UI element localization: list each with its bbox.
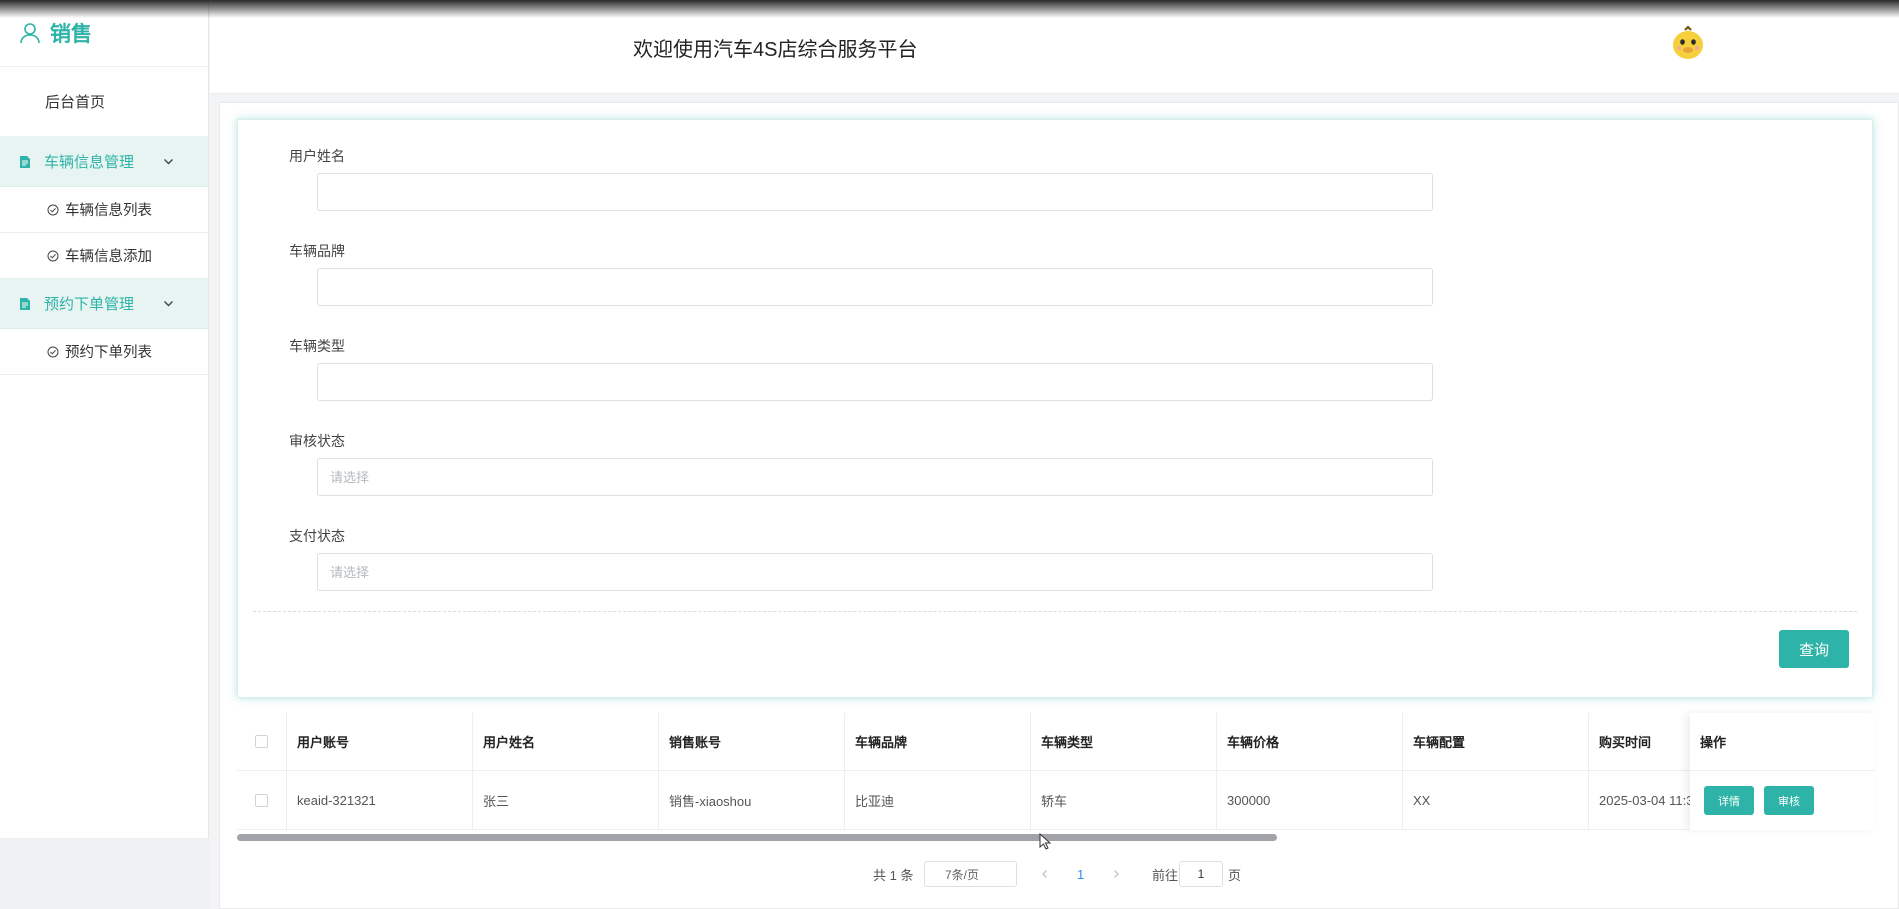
sidebar-item-label: 车辆信息列表: [65, 203, 152, 219]
check-circle-icon: [47, 204, 59, 215]
chevron-down-icon: [164, 301, 173, 307]
column-header[interactable]: 车辆品牌: [845, 713, 1031, 770]
select-all-cell: [237, 713, 287, 770]
select-all-checkbox[interactable]: [255, 735, 268, 748]
user-icon: [20, 23, 40, 44]
row-actions: 详情 审核: [1690, 771, 1875, 830]
chevron-down-icon: [164, 159, 173, 165]
check-circle-icon: [47, 250, 59, 261]
chevron-left-icon[interactable]: [1039, 868, 1051, 880]
row-select-cell: [237, 771, 287, 829]
query-button[interactable]: 查询: [1779, 630, 1849, 668]
goto-prefix: 前往: [1152, 867, 1179, 883]
column-header[interactable]: 车辆类型: [1031, 713, 1217, 770]
table-header: 用户账号 用户姓名 销售账号 车辆品牌 车辆类型 车辆价格 车辆配置 购买时间: [237, 713, 1875, 771]
sidebar-header: 销售: [0, 0, 208, 67]
column-header[interactable]: 车辆价格: [1217, 713, 1403, 770]
page-title: 欢迎使用汽车4S店综合服务平台: [633, 39, 918, 61]
table-cell: 销售-xiaoshou: [659, 771, 845, 829]
fixed-action-column: 操作 详情 审核: [1690, 713, 1875, 830]
sidebar-group-vehicle-info[interactable]: 车辆信息管理: [0, 137, 208, 187]
field-label-review-status: 审核状态: [289, 433, 345, 449]
check-circle-icon: [47, 346, 59, 357]
chevron-right-icon[interactable]: [1110, 868, 1122, 880]
data-table: 用户账号 用户姓名 销售账号 车辆品牌 车辆类型 车辆价格 车辆配置 购买时间 …: [237, 713, 1875, 841]
sidebar-group-booking[interactable]: 预约下单管理: [0, 279, 208, 329]
sidebar: 销售 后台首页 车辆信息管理 车辆信息列表 车辆信息添加 预约下单管理 预约下单…: [0, 0, 209, 838]
review-button[interactable]: 审核: [1764, 786, 1814, 815]
table-cell: 2025-03-04 11:3: [1589, 771, 1699, 829]
table-cell: 300000: [1217, 771, 1403, 829]
sidebar-item-home[interactable]: 后台首页: [0, 67, 208, 137]
table-cell: 张三: [473, 771, 659, 829]
table-cell: 轿车: [1031, 771, 1217, 829]
sidebar-item-vehicle-add[interactable]: 车辆信息添加: [0, 233, 208, 279]
search-form: 用户姓名 车辆品牌 车辆类型 审核状态 支付状态 查询: [237, 119, 1873, 698]
column-header: 操作: [1690, 713, 1875, 771]
username-input[interactable]: [317, 173, 1433, 211]
table-cell: keaid-321321: [287, 771, 473, 829]
sidebar-item-label: 预约下单列表: [65, 345, 152, 361]
row-checkbox[interactable]: [255, 793, 268, 807]
page-number-current[interactable]: 1: [1077, 861, 1084, 887]
goto-page-input[interactable]: [1179, 861, 1223, 887]
sidebar-footer-area: [0, 838, 209, 909]
sidebar-item-label: 后台首页: [45, 94, 106, 111]
horizontal-scrollbar[interactable]: [237, 834, 1277, 841]
sidebar-item-label: 车辆信息添加: [65, 249, 152, 265]
brand-input[interactable]: [317, 268, 1433, 306]
sidebar-item-vehicle-list[interactable]: 车辆信息列表: [0, 187, 208, 233]
goto-suffix: 页: [1228, 867, 1242, 883]
pagination-total: 共 1 条: [873, 867, 914, 883]
column-header[interactable]: 销售账号: [659, 713, 845, 770]
top-header: 欢迎使用汽车4S店综合服务平台: [210, 0, 1899, 94]
page-size-select[interactable]: 7条/页: [924, 861, 1017, 887]
sidebar-title: 销售: [50, 23, 92, 46]
divider: [253, 611, 1857, 612]
mouse-cursor-icon: [1039, 833, 1052, 850]
column-header[interactable]: 车辆配置: [1403, 713, 1589, 770]
sidebar-group-label: 预约下单管理: [44, 296, 135, 313]
detail-button[interactable]: 详情: [1704, 786, 1754, 815]
table-row[interactable]: keaid-321321 张三 销售-xiaoshou 比亚迪 轿车 30000…: [237, 771, 1875, 830]
review-status-select[interactable]: [317, 458, 1433, 496]
document-icon: [20, 155, 30, 168]
vehicle-type-input[interactable]: [317, 363, 1433, 401]
payment-status-select[interactable]: [317, 553, 1433, 591]
avatar[interactable]: [1671, 25, 1705, 61]
sidebar-group-label: 车辆信息管理: [44, 154, 135, 171]
field-label-username: 用户姓名: [289, 148, 345, 164]
column-header[interactable]: 购买时间: [1589, 713, 1699, 770]
column-header[interactable]: 用户账号: [287, 713, 473, 770]
field-label-brand: 车辆品牌: [289, 243, 345, 259]
column-header[interactable]: 用户姓名: [473, 713, 659, 770]
sidebar-item-booking-list[interactable]: 预约下单列表: [0, 329, 208, 375]
field-label-payment-status: 支付状态: [289, 528, 345, 544]
table-cell: XX: [1403, 771, 1589, 829]
field-label-vehicle-type: 车辆类型: [289, 338, 345, 354]
table-cell: 比亚迪: [845, 771, 1031, 829]
document-icon: [20, 297, 30, 310]
